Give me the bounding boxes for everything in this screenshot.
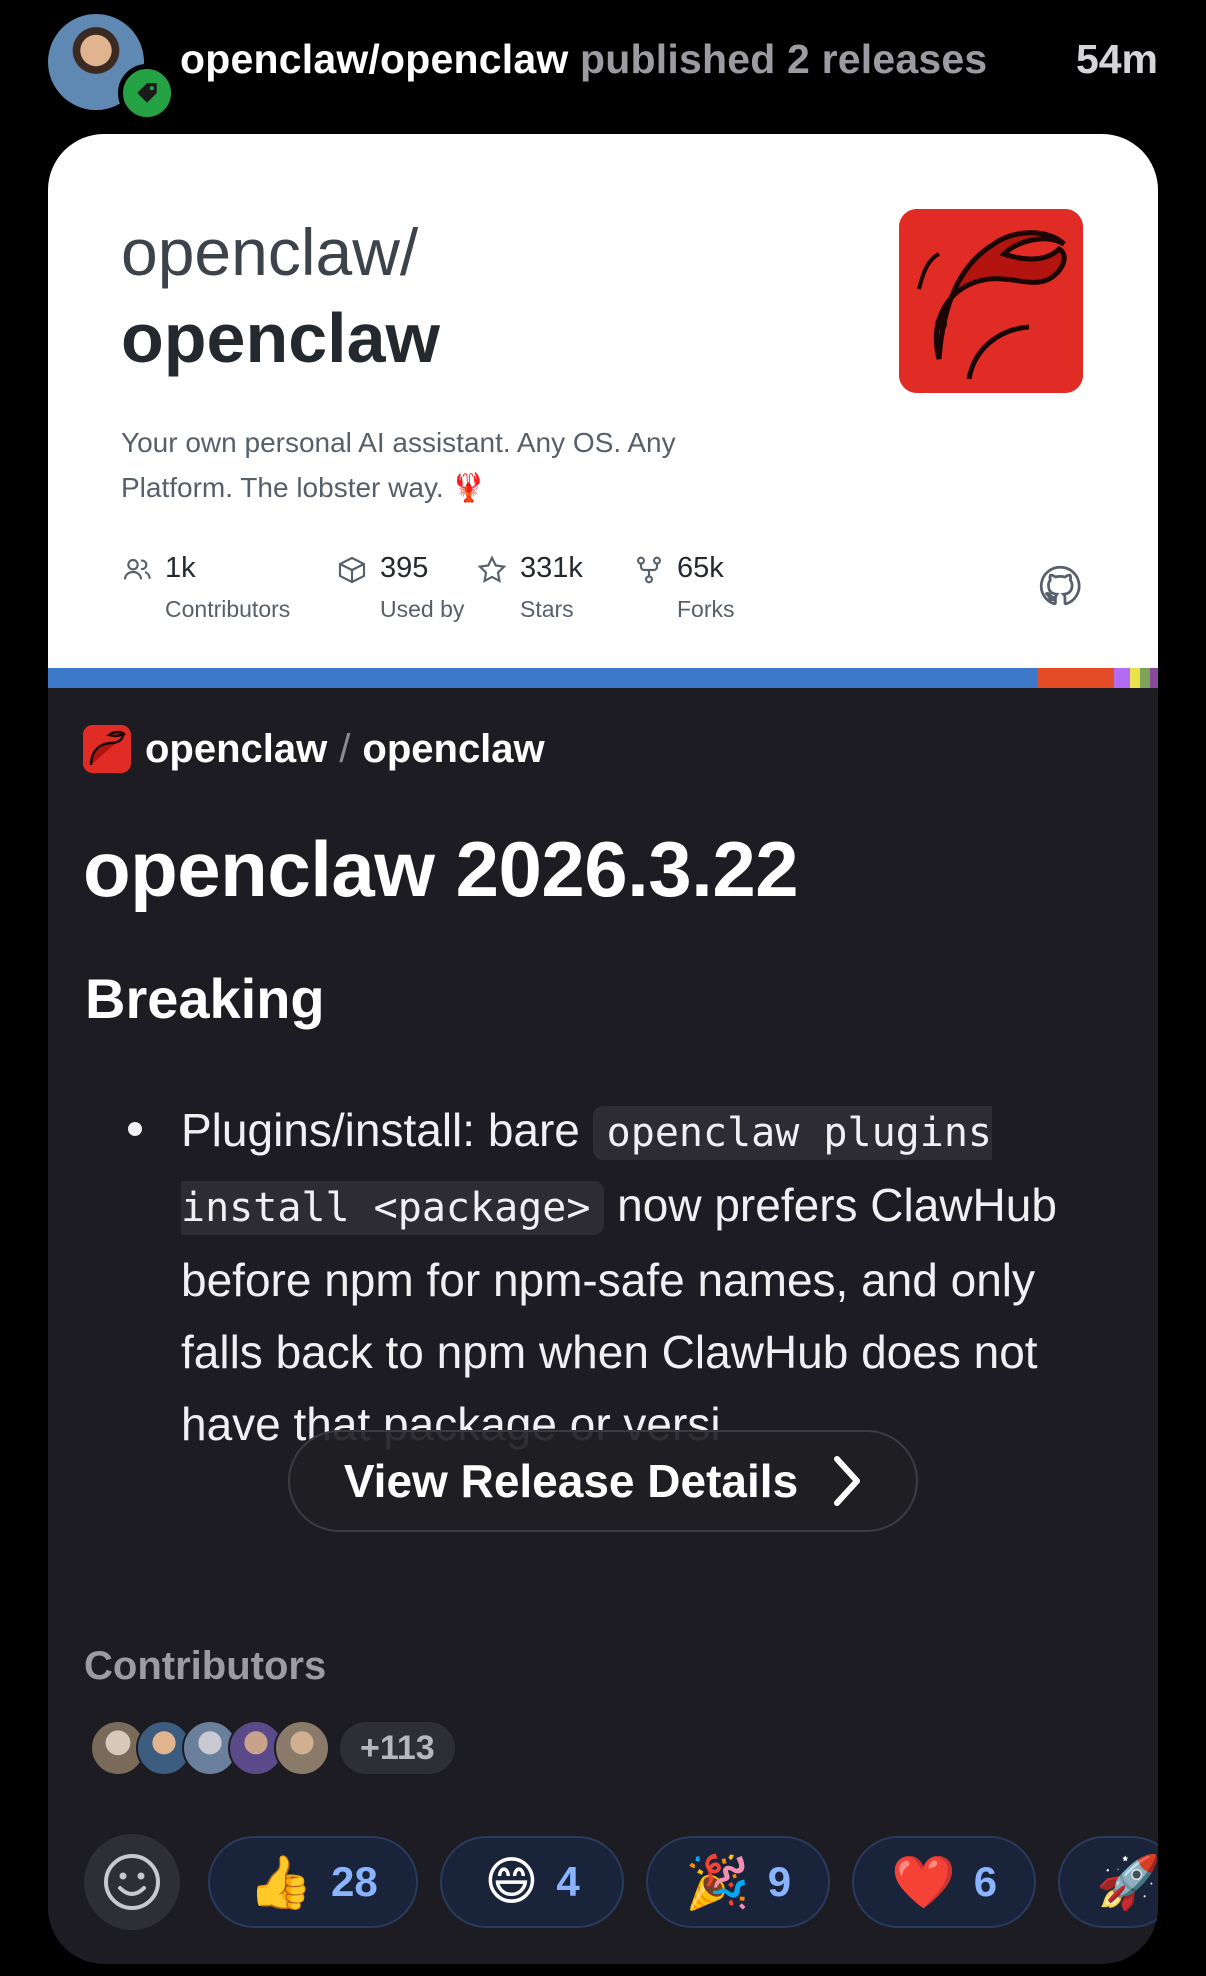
rocket-icon: 🚀 [1096,1853,1158,1912]
avatar[interactable] [274,1720,330,1776]
reaction-count: 28 [331,1858,378,1905]
reaction-count: 4 [556,1858,580,1905]
party-popper-icon: 🎉 [684,1853,750,1912]
chevron-right-icon [834,1456,861,1506]
lang-segment [1139,668,1150,688]
reaction-rocket[interactable]: 🚀 [1058,1836,1158,1928]
release-title: openclaw 2026.3.22 [83,825,799,913]
lang-segment [48,668,1037,688]
repo-icon [83,725,131,773]
repo-link[interactable]: openclaw/openclaw [180,36,568,82]
smile-icon: 😄 [484,1853,539,1911]
stat-label: Forks [677,596,735,622]
package-icon [338,556,366,584]
og-owner: openclaw/ [121,215,419,289]
reaction-count: 6 [973,1858,998,1905]
lang-segment [1113,668,1130,688]
view-release-details-button[interactable]: View Release Details [288,1430,918,1532]
lang-segment [1129,668,1140,688]
lobster-logo-icon [899,209,1083,393]
heart-icon: ❤️ [890,1853,956,1912]
og-repo-name: openclaw [121,299,440,377]
release-card[interactable]: openclaw/ openclaw Your own personal AI … [48,134,1158,1964]
stat-label: Stars [520,596,574,622]
release-owner: openclaw [145,726,328,771]
release-repo[interactable]: openclaw / openclaw [83,724,545,774]
stat-value: 331k [520,552,583,584]
reaction-party[interactable]: 🎉 9 [646,1836,830,1928]
lang-segment [1149,668,1158,688]
path-separator: / [339,726,351,771]
language-bar [48,668,1158,688]
stat-label: Used by [380,596,465,622]
feed-title: openclaw/openclaw published 2 releases [180,36,987,83]
people-icon [123,558,151,580]
section-heading: Breaking [85,967,325,1030]
more-contributors-badge[interactable]: +113 [340,1722,455,1774]
feed-header: openclaw/openclaw published 2 releases 5… [48,14,1158,122]
contributor-avatars[interactable]: +113 [90,1720,455,1776]
repo-preview[interactable]: openclaw/ openclaw Your own personal AI … [48,134,1158,688]
thumbs-up-icon: 👍 [248,1853,314,1912]
feed-action: published 2 releases [580,36,988,82]
view-button-label: View Release Details [343,1455,799,1507]
release-repo-name: openclaw [362,726,545,771]
note-text-pre: Plugins/install: bare [181,1104,593,1156]
release-note-item: Plugins/install: bare openclaw plugins i… [181,1094,1101,1460]
stat-label: Contributors [165,596,291,622]
star-icon [477,555,507,583]
add-reaction-button[interactable] [84,1834,180,1930]
timestamp: 54m [1075,36,1158,82]
reaction-heart[interactable]: ❤️ 6 [852,1836,1036,1928]
smiley-icon [104,1854,160,1910]
reaction-smile[interactable]: 😄 4 [440,1836,624,1928]
contributors-heading: Contributors [84,1644,327,1688]
fork-icon [636,556,662,584]
reaction-count: 9 [767,1858,792,1905]
stat-value: 1k [165,552,196,584]
reactions-bar: 👍 28 😄 4 🎉 9 ❤️ 6 🚀 [84,1834,1158,1930]
stat-value: 65k [677,552,724,584]
user-avatar[interactable] [48,14,176,122]
release-tag-icon [118,64,176,122]
og-description: Your own personal AI assistant. Any OS. … [121,427,676,503]
list-bullet [128,1122,142,1136]
stat-value: 395 [380,552,429,584]
github-icon [1039,565,1081,606]
lang-segment [1036,668,1114,688]
reaction-thumbs-up[interactable]: 👍 28 [208,1836,418,1928]
